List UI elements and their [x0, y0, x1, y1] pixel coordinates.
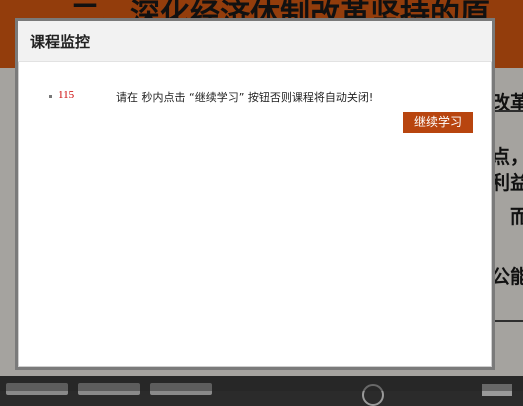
- course-monitor-dialog: 课程监控 115 请在 秒内点击 “继续学习” 按钮否则课程将自动关闭! 继续学…: [15, 18, 495, 370]
- bullet-icon: [49, 95, 52, 98]
- dialog-header: 课程监控: [18, 21, 492, 62]
- dialog-title: 课程监控: [30, 32, 91, 51]
- continue-study-button[interactable]: 继续学习: [403, 112, 473, 133]
- dialog-message: 请在 秒内点击 “继续学习” 按钮否则课程将自动关闭!: [116, 91, 374, 104]
- countdown-seconds: 115: [58, 89, 75, 101]
